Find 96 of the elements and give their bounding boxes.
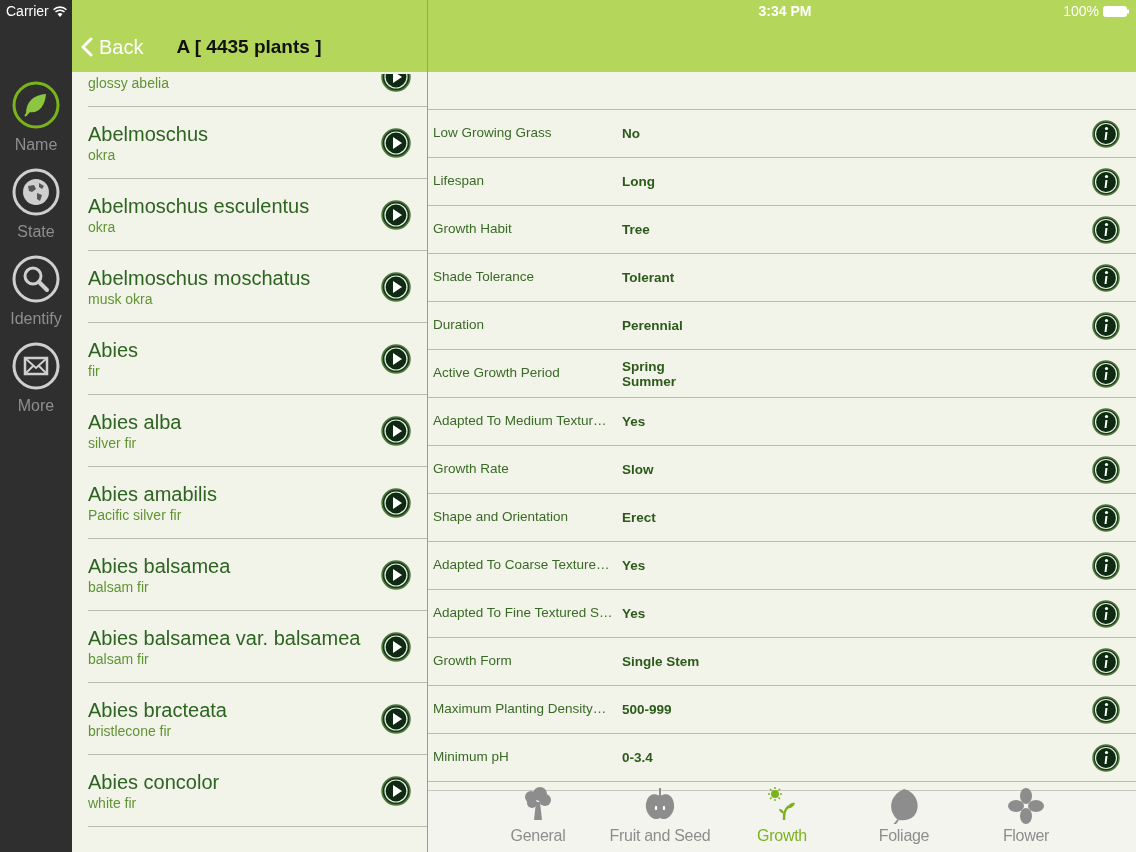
play-icon[interactable] <box>381 775 411 806</box>
field-value: Spring Summer <box>622 358 678 389</box>
field-value: Perennial <box>622 318 684 333</box>
plant-name: Abies bracteata <box>88 697 227 722</box>
field-value: Slow <box>622 462 655 477</box>
battery-percent: 100% <box>1063 1 1099 21</box>
field-label: Growth Form <box>433 652 513 671</box>
info-icon[interactable] <box>1092 599 1120 628</box>
field-label: Adapted To Fine Textured S… <box>433 604 614 623</box>
field-value: Tolerant <box>622 270 676 285</box>
plant-name: Abies amabilis <box>88 481 217 506</box>
info-icon[interactable] <box>1092 695 1120 724</box>
field-label: Adapted To Coarse Texture… <box>433 556 611 575</box>
sidebar-tab[interactable]: Name <box>12 81 60 155</box>
common-name: bristlecone fir <box>88 721 173 740</box>
flower-icon <box>1006 786 1046 824</box>
common-name: okra <box>88 217 117 236</box>
tab[interactable]: Flower <box>965 791 1087 852</box>
globe-icon <box>12 168 60 216</box>
field-label: Adapted To Medium Textur… <box>433 412 608 431</box>
info-icon[interactable] <box>1092 167 1120 196</box>
info-icon[interactable] <box>1092 407 1120 436</box>
play-icon[interactable] <box>381 343 411 374</box>
list-title: A [ 4435 plants ] <box>176 34 322 59</box>
field-label: Duration <box>433 316 486 335</box>
plant-name: Abelmoschus moschatus <box>88 265 311 290</box>
info-icon[interactable] <box>1092 311 1120 340</box>
info-icon[interactable] <box>1092 647 1120 676</box>
play-icon[interactable] <box>381 703 411 734</box>
plant-name: Abies alba <box>88 409 182 434</box>
info-icon[interactable] <box>1092 551 1120 580</box>
common-name: fir <box>88 361 101 380</box>
field-label: Active Growth Period <box>433 364 561 383</box>
play-icon[interactable] <box>381 199 411 230</box>
common-name: okra <box>88 145 117 164</box>
chevron-left-icon <box>81 37 93 57</box>
common-name: musk okra <box>88 289 154 308</box>
field-value: Yes <box>622 558 647 573</box>
status-time: 3:34 PM <box>758 1 812 21</box>
field-value: Erect <box>622 510 657 525</box>
info-icon[interactable] <box>1092 359 1120 388</box>
search-icon <box>12 255 60 303</box>
plant-name: Abelmoschus <box>88 121 209 146</box>
sidebar-tab[interactable]: More <box>12 342 60 416</box>
info-icon[interactable] <box>1092 263 1120 292</box>
leaf-icon <box>12 81 60 129</box>
play-icon[interactable] <box>381 271 411 302</box>
info-icon[interactable] <box>1092 455 1120 484</box>
carrier-text: Carrier <box>6 1 49 21</box>
common-name: white fir <box>88 793 138 812</box>
field-value: No <box>622 126 641 141</box>
field-value: Yes <box>622 414 647 429</box>
field-value: Long <box>622 174 656 189</box>
common-name: glossy abelia <box>88 74 169 92</box>
field-label: Shape and Orientation <box>433 508 570 527</box>
play-icon[interactable] <box>381 487 411 518</box>
info-icon[interactable] <box>1092 215 1120 244</box>
field-value: Yes <box>622 606 647 621</box>
field-label: Minimum pH <box>433 748 510 767</box>
tab[interactable]: Foliage <box>843 791 965 852</box>
field-label: Shade Tolerance <box>433 268 536 287</box>
tab[interactable]: General <box>477 791 599 852</box>
info-icon[interactable] <box>1092 743 1120 772</box>
play-icon[interactable] <box>381 631 411 662</box>
play-icon[interactable] <box>381 74 411 92</box>
plant-name: Abies balsamea var. balsamea <box>88 625 361 650</box>
play-icon[interactable] <box>381 127 411 158</box>
battery-icon <box>1103 5 1130 17</box>
plant-name: Abies <box>88 337 139 362</box>
play-icon[interactable] <box>381 559 411 590</box>
plant-name: Abelmoschus esculentus <box>88 193 310 218</box>
field-value: 0-3.4 <box>622 750 654 765</box>
play-icon[interactable] <box>381 415 411 446</box>
sidebar-tab[interactable]: State <box>12 168 60 242</box>
field-label: Growth Habit <box>433 220 513 239</box>
field-value: 500-999 <box>622 702 673 717</box>
back-button[interactable]: Back <box>72 32 144 62</box>
common-name: balsam fir <box>88 577 150 596</box>
tab[interactable]: Growth <box>721 791 843 852</box>
field-label: Lifespan <box>433 172 486 191</box>
common-name: Pacific silver fir <box>88 505 183 524</box>
common-name: silver fir <box>88 433 138 452</box>
field-value: Tree <box>622 222 651 237</box>
info-icon[interactable] <box>1092 119 1120 148</box>
plant-name: Abies balsamea <box>88 553 231 578</box>
field-label: Low Growing Grass <box>433 124 553 143</box>
mail-icon <box>12 342 60 390</box>
common-name: balsam fir <box>88 649 150 668</box>
info-icon[interactable] <box>1092 503 1120 532</box>
plant-name: Abies concolor <box>88 769 220 794</box>
field-value: Single Stem <box>622 654 701 669</box>
sidebar-tab[interactable]: Identify <box>10 255 62 329</box>
field-label: Growth Rate <box>433 460 510 479</box>
tab[interactable]: Fruit and Seed <box>599 791 721 852</box>
field-label: Maximum Planting Density… <box>433 700 608 719</box>
wifi-icon <box>52 5 67 17</box>
